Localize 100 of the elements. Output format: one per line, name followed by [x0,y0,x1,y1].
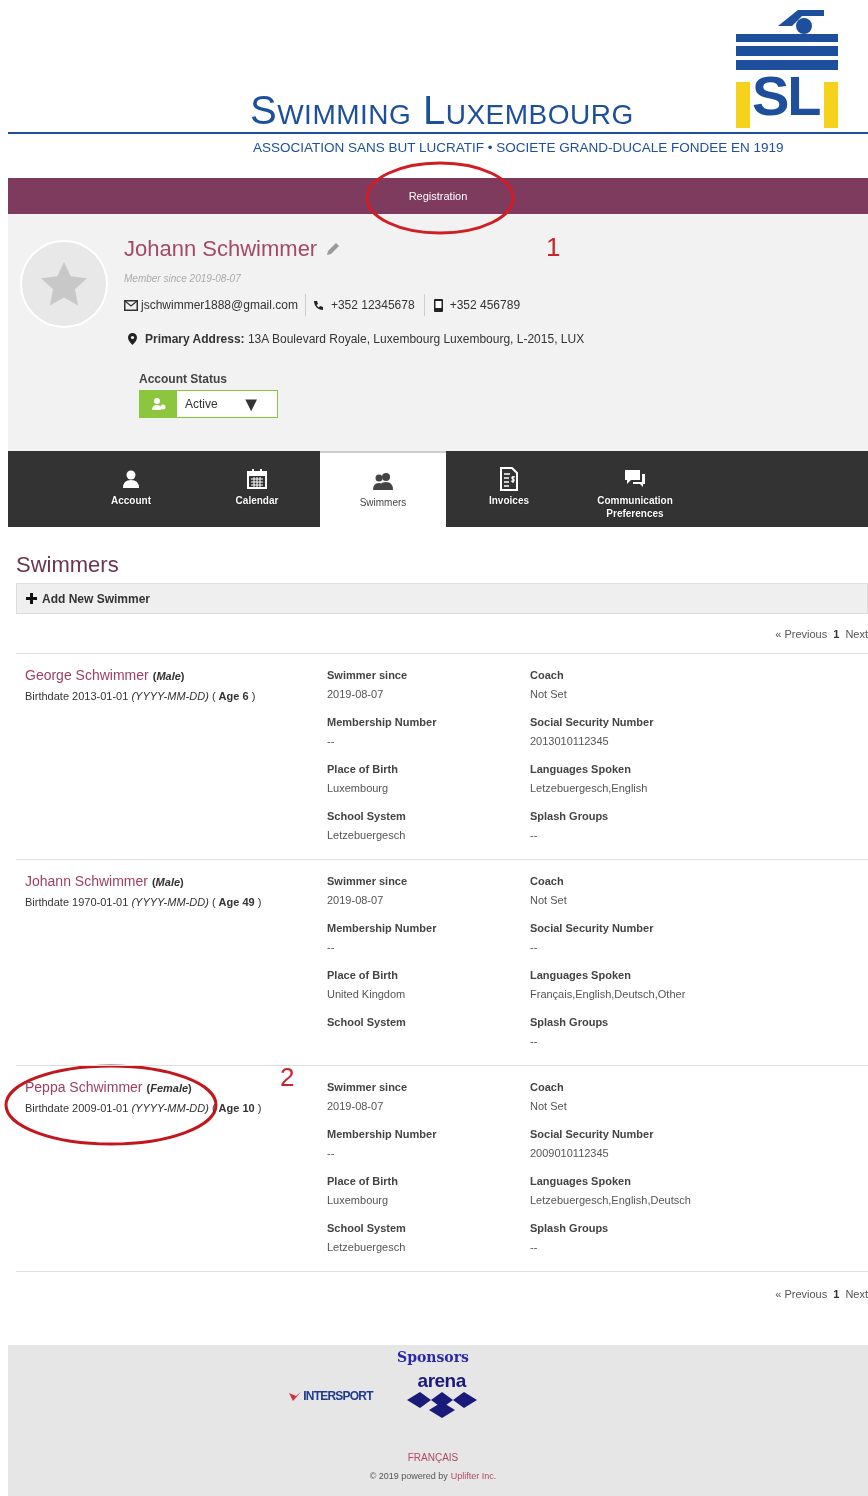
field-value: 2019-08-07 [327,892,384,908]
swimmer-gender: (Male) [152,668,185,684]
field-label: Place of Birth [327,761,398,777]
calendar-icon [246,468,268,490]
field-value: Luxembourg [327,780,389,796]
field-value: Letzebuergesch [327,1239,406,1255]
field-label: Swimmer since [327,1079,408,1095]
invoice-icon [499,467,519,491]
field-label: Languages Spoken [530,1173,631,1189]
tab[interactable]: Invoices [446,451,572,527]
field-label: Languages Spoken [530,761,631,777]
people-icon [372,471,394,491]
field-label: Coach [530,667,564,683]
field-label: Coach [530,873,564,889]
field-value: Letzebuergesch [327,827,406,843]
field-value: -- [327,1145,335,1161]
tab[interactable]: Communication Preferences [572,451,698,527]
mobile-number: +352 456789 [449,297,521,314]
site-subtitle: ASSOCIATION SANS BUT LUCRATIF • SOCIETE GRAND-DUCALE FONDEE EN 1919 [253,140,784,156]
field-label: Social Security Number [530,920,654,936]
profile-name: Johann Schwimmer [124,235,318,263]
field-label: Membership Number [327,1126,437,1142]
primary-address: Primary Address: 13A Boulevard Royale, Luxembourg Luxembourg, L-2015, LUX [145,331,585,348]
caret-icon: ▼ [241,394,261,414]
field-value: Letzebuergesch,English,Deutsch [530,1192,691,1208]
field-label: Social Security Number [530,714,654,730]
location-pin-icon [128,333,137,345]
tab[interactable]: Swimmers [320,451,446,527]
field-value: -- [327,733,335,749]
field-label: Social Security Number [530,1126,654,1142]
sponsors-title: Sponsors [397,1348,469,1367]
field-value: Not Set [530,892,567,908]
field-label: School System [327,808,406,824]
person-icon [121,469,141,489]
field-value: 2009010112345 [530,1145,609,1161]
annotation-number: 2 [280,1061,295,1094]
swimmer-birthdate: Birthdate 2013-01-01 (YYYY-MM-DD) ( Age 6 ) [25,688,257,704]
account-status-dropdown[interactable]: Active ▼ [139,390,278,418]
pagination-link[interactable]: 1 [833,1285,840,1302]
tab[interactable]: Account [68,451,194,527]
swimmer-gender: (Female) [146,1080,192,1096]
field-label: Place of Birth [327,1173,398,1189]
pagination-link[interactable]: « Previous [775,1285,828,1302]
field-value: United Kingdom [327,986,406,1002]
pagination-link[interactable]: « Previous [775,626,828,643]
swimmer-name[interactable]: Peppa Schwimmer [25,1076,143,1098]
account-status-label: Account Status [139,371,228,388]
diamonds-logo-icon [406,1390,477,1420]
phone-number: +352 12345678 [330,297,415,314]
swimmer-name[interactable]: Johann Schwimmer [25,870,148,892]
field-label: School System [327,1014,406,1030]
user-status-icon [151,398,166,410]
member-since: Member since 2019-08-07 [124,272,242,286]
pagination-link[interactable]: 1 [833,626,840,643]
annotation-number: 1 [546,231,561,264]
field-label: Splash Groups [530,1014,609,1030]
field-label: Languages Spoken [530,967,631,983]
nav-link[interactable]: Registration [408,187,468,205]
add-new-swimmer-button[interactable]: Add New Swimmer [16,583,868,614]
field-value: -- [530,827,538,843]
field-label: School System [327,1220,406,1236]
field-value: -- [530,1033,538,1049]
star-icon [41,262,87,306]
field-value: -- [530,939,538,955]
field-value: Français,English,Deutsch,Other [530,986,686,1002]
field-label: Place of Birth [327,967,398,983]
field-value: -- [327,939,335,955]
pagination-link[interactable]: Next [845,1285,868,1302]
field-value: -- [530,1239,538,1255]
site-title: Swimming Luxembourg [250,88,634,132]
swimmer-birthdate: Birthdate 1970-01-01 (YYYY-MM-DD) ( Age 49 ) [25,894,263,910]
intersport-logo: INTERSPORT [303,1388,373,1405]
copyright-text: © 2019 powered by [369,1471,448,1482]
mobile-phone-icon [433,298,443,312]
field-label: Coach [530,1079,564,1095]
swimmer-birthdate: Birthdate 2009-01-01 (YYYY-MM-DD) ( Age 10 ) [25,1100,263,1116]
tab[interactable]: Calendar [194,451,320,527]
field-label: Swimmer since [327,667,408,683]
pagination-link[interactable]: Next [845,626,868,643]
arena-logo: arena [417,1372,466,1390]
field-label: Swimmer since [327,873,408,889]
field-value: Not Set [530,686,567,702]
field-label: Membership Number [327,714,437,730]
pencil-icon[interactable] [325,240,342,257]
phone-icon [312,299,324,311]
field-label: Membership Number [327,920,437,936]
field-value: Luxembourg [327,1192,389,1208]
checkmark-logo-icon [289,1391,302,1401]
uplifter-link[interactable]: Uplifter Inc. [450,1471,497,1482]
language-link[interactable]: FRANÇAIS [407,1450,459,1465]
envelope-icon [124,299,138,311]
logo-text: SL [752,66,820,126]
field-label: Splash Groups [530,1220,609,1236]
field-value: 2019-08-07 [327,686,384,702]
section-title: Swimmers [16,551,120,579]
field-value: Not Set [530,1098,567,1114]
field-value: 2013010112345 [530,733,609,749]
field-label: Splash Groups [530,808,609,824]
swimmer-name[interactable]: George Schwimmer [25,664,149,686]
field-value: 2019-08-07 [327,1098,384,1114]
